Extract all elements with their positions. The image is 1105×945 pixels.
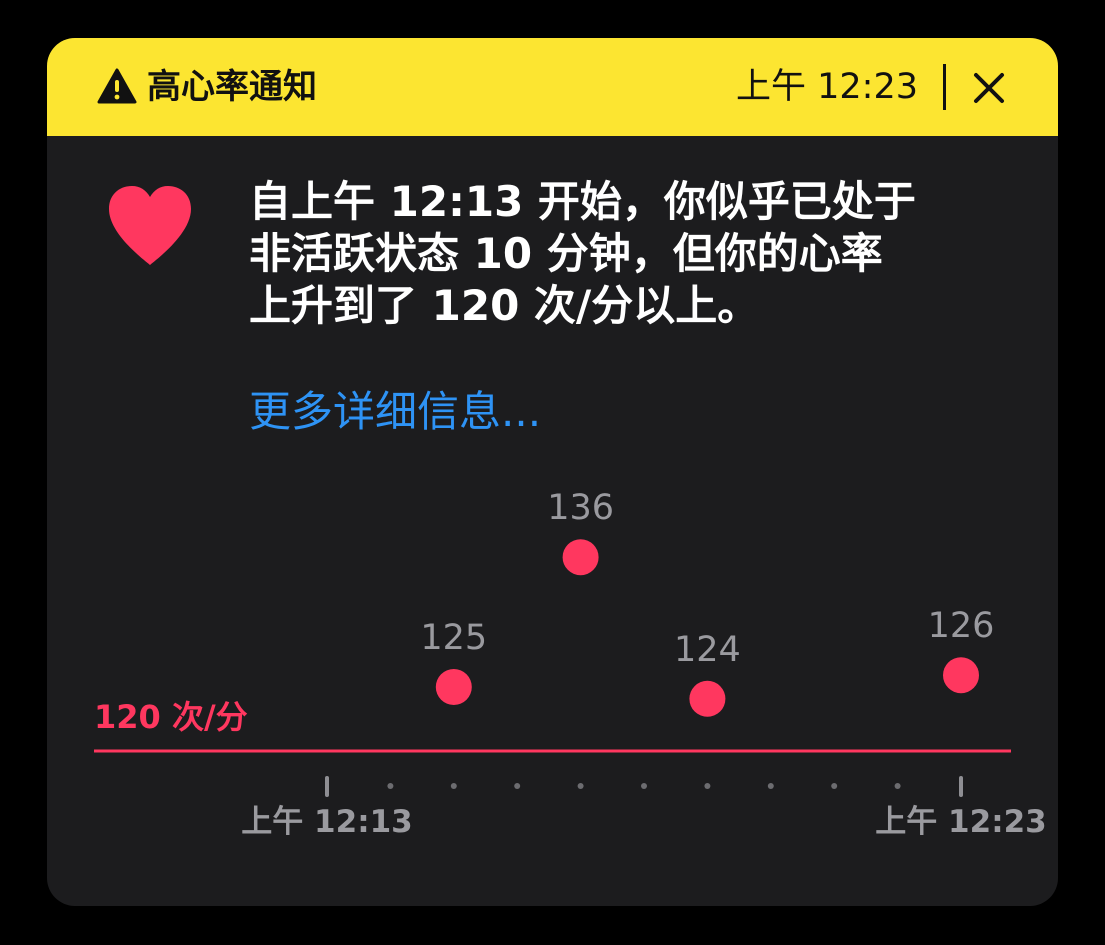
high-heart-rate-notification: 高心率通知 上午 12:23 自上午 12:13 开始，你似乎已处于 非活跃状态… [47, 38, 1058, 906]
x-tick-label-end: 上午 12:23 [875, 804, 1046, 840]
x-tick-label-start: 上午 12:13 [241, 804, 412, 840]
axis-minor-tick [894, 783, 901, 789]
heart-rate-chart: 120 次/分上午 12:13 上午 12:23 125 136 124 126 [94, 488, 1047, 840]
axis-minor-tick [641, 783, 647, 789]
data-point [435, 669, 472, 705]
axis-minor-tick [831, 783, 838, 789]
data-point [943, 657, 979, 694]
axis-minor-tick [577, 783, 584, 789]
axis-minor-tick [767, 783, 774, 789]
data-point [689, 680, 726, 717]
data-label: 136 [547, 488, 614, 528]
data-label: 124 [674, 630, 741, 670]
threshold-label: 120 次/分 [94, 698, 248, 736]
data-label: 126 [928, 606, 995, 646]
axis-minor-tick [387, 783, 394, 789]
data-point [562, 539, 599, 576]
axis-minor-tick [704, 783, 711, 789]
data-label: 125 [420, 618, 487, 658]
axis-minor-tick [514, 783, 521, 789]
axis-minor-tick [450, 783, 457, 789]
